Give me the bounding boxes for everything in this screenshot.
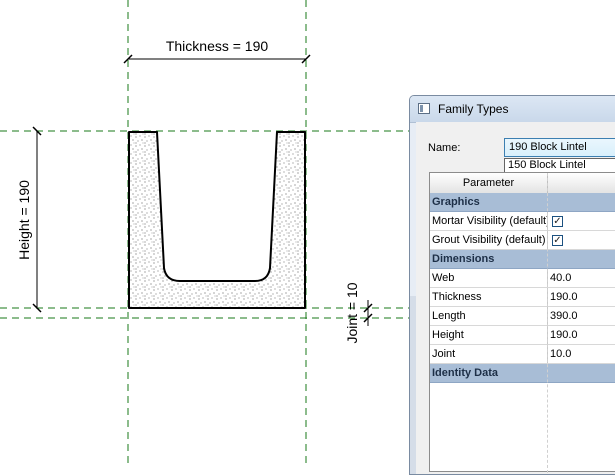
table-row[interactable]: Grout Visibility (default) ✓ <box>430 231 615 250</box>
parameter-name: Thickness <box>430 288 548 306</box>
parameter-column-header[interactable]: Parameter <box>430 173 548 193</box>
joint-dim-label: Joint = 10 <box>344 282 360 343</box>
dialog-client: Name: 190 Block Lintel 150 Block Lintel 1… <box>416 122 615 474</box>
dropdown-option[interactable]: 150 Block Lintel <box>505 159 615 172</box>
name-select[interactable]: 190 Block Lintel <box>504 138 615 157</box>
parameter-name: Length <box>430 307 548 325</box>
table-row[interactable]: Thickness 190.0 <box>430 288 615 307</box>
family-types-icon <box>418 103 430 114</box>
parameter-value[interactable]: 190.0 <box>548 326 615 344</box>
joint-dimension[interactable]: Joint = 10 <box>344 282 373 344</box>
table-row[interactable]: Mortar Visibility (default) ✓ <box>430 212 615 231</box>
parameter-name: Grout Visibility (default) <box>430 231 548 249</box>
lintel-section[interactable] <box>128 131 306 309</box>
family-types-dialog[interactable]: Family Types Name: 190 Block Lintel 150 … <box>409 95 615 475</box>
table-row[interactable]: Height 190.0 <box>430 326 615 345</box>
parameters-grid[interactable]: Parameter Graphics Mortar Visibility (def… <box>429 172 615 473</box>
height-dimension[interactable]: Height = 190 <box>16 126 42 313</box>
parameter-name: Joint <box>430 345 548 363</box>
checkbox[interactable]: ✓ <box>552 235 563 246</box>
dialog-titlebar[interactable]: Family Types <box>410 96 615 123</box>
parameter-name: Height <box>430 326 548 344</box>
grid-body: Graphics Mortar Visibility (default) ✓ Grou… <box>430 193 615 383</box>
group-header-graphics[interactable]: Graphics <box>430 193 615 212</box>
parameter-value[interactable]: 40.0 <box>548 269 615 287</box>
parameter-name: Mortar Visibility (default) <box>430 212 548 230</box>
grid-header: Parameter <box>430 173 615 194</box>
group-header-dimensions[interactable]: Dimensions <box>430 250 615 269</box>
parameter-value[interactable]: 10.0 <box>548 345 615 363</box>
table-row[interactable]: Joint 10.0 <box>430 345 615 364</box>
table-row[interactable]: Web 40.0 <box>430 269 615 288</box>
dialog-title: Family Types <box>438 102 509 116</box>
parameter-checkbox-cell[interactable]: ✓ <box>548 212 615 230</box>
parameter-value[interactable]: 190.0 <box>548 288 615 306</box>
parameter-value[interactable]: 390.0 <box>548 307 615 325</box>
parameter-name: Web <box>430 269 548 287</box>
parameter-checkbox-cell[interactable]: ✓ <box>548 231 615 249</box>
column-divider <box>547 173 549 473</box>
name-label: Name: <box>428 142 461 154</box>
thickness-dimension[interactable]: Thickness = 190 <box>123 38 311 64</box>
table-row[interactable]: Length 390.0 <box>430 307 615 326</box>
group-header-identity-data[interactable]: Identity Data <box>430 364 615 383</box>
height-dim-label: Height = 190 <box>16 180 32 260</box>
checkbox[interactable]: ✓ <box>552 216 563 227</box>
thickness-dim-label: Thickness = 190 <box>166 38 269 54</box>
